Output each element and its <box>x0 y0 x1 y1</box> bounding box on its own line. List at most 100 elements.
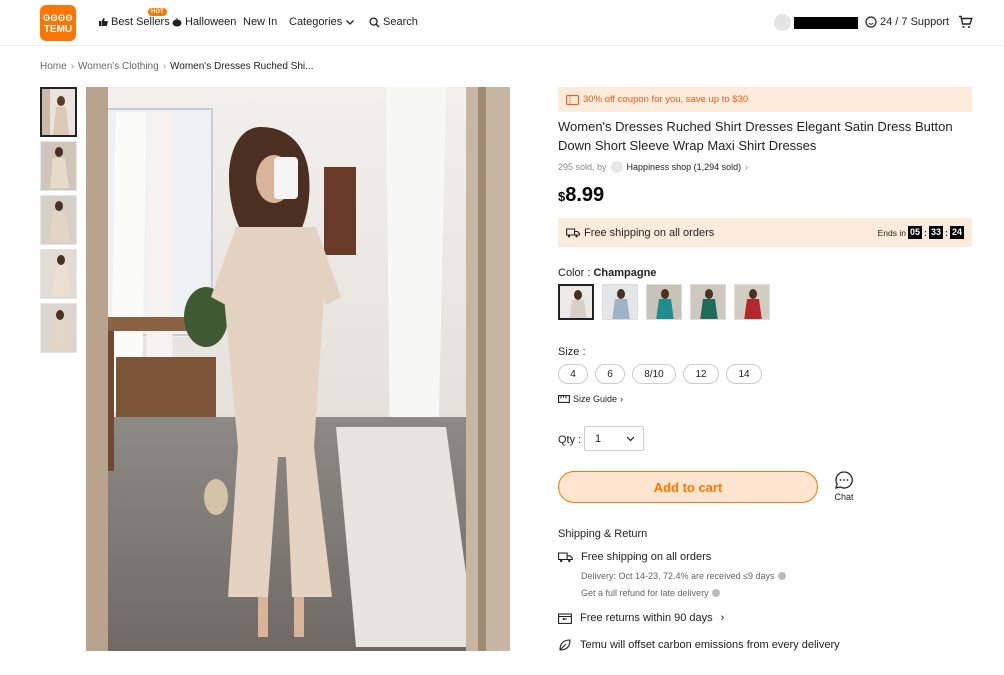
size-option[interactable]: 8/10 <box>632 364 676 384</box>
quantity-select[interactable]: 1 <box>584 426 644 451</box>
size-option[interactable]: 6 <box>595 364 625 384</box>
truck-icon <box>566 227 580 237</box>
thumbs-up-icon <box>99 18 108 26</box>
swatch-champagne[interactable] <box>558 284 594 320</box>
chevron-down-icon <box>626 436 635 441</box>
nav-halloween-label: Halloween <box>185 16 237 28</box>
breadcrumb-current: Women's Dresses Ruched Shi... <box>170 61 314 72</box>
shipping-return-title: Shipping & Return <box>558 528 648 540</box>
timer-colon: : <box>923 227 927 238</box>
thumbnail-2[interactable] <box>40 141 77 191</box>
qty-label: Qty : <box>558 434 582 446</box>
product-price: $8.99 <box>558 184 604 207</box>
color-swatches <box>558 284 770 320</box>
sold-count: 295 sold, by <box>558 162 607 172</box>
ruler-icon <box>558 395 570 403</box>
price-amount: 8.99 <box>565 184 605 206</box>
return-box-icon <box>558 613 572 624</box>
late-refund: Get a full refund for late delivery <box>581 588 720 598</box>
top-header: ʘʘʘʘ TEMU Best Sellers HOT Halloween New… <box>0 0 1004 46</box>
chevron-right-icon: › <box>620 394 624 404</box>
size-option[interactable]: 14 <box>726 364 762 384</box>
support-label: 24 / 7 Support <box>880 16 950 28</box>
main-product-image[interactable] <box>86 87 510 651</box>
redacted-username <box>794 17 858 29</box>
user-avatar[interactable] <box>774 14 791 31</box>
swatch-green[interactable] <box>690 284 726 320</box>
ends-in-label: Ends in <box>877 227 906 238</box>
free-returns-row[interactable]: Free returns within 90 days › <box>558 612 724 624</box>
leaf-icon <box>559 639 571 651</box>
nav-categories-label: Categories <box>289 16 343 28</box>
swatch-red[interactable] <box>734 284 770 320</box>
thumbnail-image <box>42 89 75 135</box>
truck-icon <box>558 551 573 562</box>
swatch-teal[interactable] <box>646 284 682 320</box>
coupon-banner[interactable]: 30% off coupon for you, save up to $30 <box>558 87 972 112</box>
thumbnail-4[interactable] <box>40 249 77 299</box>
color-value: Champagne <box>593 267 657 279</box>
chevron-right-icon: › <box>720 612 725 624</box>
coupon-text: 30% off coupon for you, save up to $30 <box>583 94 749 105</box>
info-icon[interactable] <box>777 572 786 580</box>
shipping-free-text: Free shipping on all orders <box>581 551 712 563</box>
carbon-offset-row: Temu will offset carbon emissions from e… <box>558 638 840 652</box>
logo-mark: ʘʘʘʘ <box>42 13 73 23</box>
cart-button[interactable] <box>958 15 973 29</box>
add-to-cart-button[interactable]: Add to cart <box>558 471 818 503</box>
nav-search-label: Search <box>383 16 418 28</box>
delivery-text: Delivery: Oct 14-23, 72.4% are received … <box>581 571 775 581</box>
thumbnail-image <box>41 142 76 190</box>
countdown-timer: Ends in 05:33:24 <box>878 226 964 239</box>
nav-halloween[interactable]: Halloween <box>172 16 236 28</box>
sold-info: 295 sold, by Happiness shop (1,294 sold)… <box>558 161 748 173</box>
color-label: Color : Champagne <box>558 267 656 279</box>
hot-badge: HOT <box>148 8 167 16</box>
coupon-icon <box>566 94 579 105</box>
timer-seconds: 24 <box>949 226 964 239</box>
chevron-down-icon <box>346 20 355 25</box>
thumbnail-image <box>41 304 76 352</box>
breadcrumb-separator: › <box>70 61 75 72</box>
temu-logo[interactable]: ʘʘʘʘ TEMU <box>40 5 76 41</box>
shop-link[interactable]: Happiness shop (1,294 sold) <box>627 162 742 172</box>
product-title: Women's Dresses Ruched Shirt Dresses Ele… <box>558 119 953 153</box>
nav-search[interactable]: Search <box>369 16 418 28</box>
free-shipping-text: Free shipping on all orders <box>584 226 715 239</box>
refund-text: Get a full refund for late delivery <box>581 588 709 598</box>
carbon-offset-text: Temu will offset carbon emissions from e… <box>580 639 840 651</box>
cart-icon <box>959 15 973 28</box>
swatch-image <box>647 285 681 319</box>
swatch-image <box>735 285 769 319</box>
info-icon[interactable] <box>711 589 720 597</box>
size-label: Size : <box>558 346 586 358</box>
support-link[interactable]: 24 / 7 Support <box>865 16 949 28</box>
size-guide-label: Size Guide <box>573 394 618 404</box>
breadcrumb-home[interactable]: Home <box>40 61 67 72</box>
nav-best-sellers[interactable]: Best Sellers <box>98 16 170 28</box>
nav-categories[interactable]: Categories <box>289 16 355 28</box>
quantity-value: 1 <box>595 432 602 445</box>
chat-bubble-icon <box>835 471 853 489</box>
chat-button[interactable]: Chat <box>830 470 858 502</box>
thumbnail-5[interactable] <box>40 303 77 353</box>
logo-text: TEMU <box>43 24 73 35</box>
color-label-text: Color : <box>558 267 594 279</box>
timer-hours: 05 <box>907 226 922 239</box>
size-option[interactable]: 4 <box>558 364 588 384</box>
swatch-image <box>691 285 725 319</box>
swatch-image <box>603 285 637 319</box>
swatch-blue[interactable] <box>602 284 638 320</box>
breadcrumb-separator: › <box>162 61 167 72</box>
thumbnail-1[interactable] <box>40 87 77 137</box>
size-guide-link[interactable]: Size Guide › <box>558 394 623 404</box>
support-chat-icon <box>865 16 877 28</box>
size-option[interactable]: 12 <box>683 364 719 384</box>
thumbnail-list <box>40 87 77 357</box>
nav-new-in[interactable]: New In <box>243 16 277 28</box>
thumbnail-image <box>41 196 76 244</box>
chat-label: Chat <box>834 492 854 502</box>
product-photo <box>86 87 510 651</box>
breadcrumb-womens-clothing[interactable]: Women's Clothing <box>78 61 159 72</box>
thumbnail-3[interactable] <box>40 195 77 245</box>
